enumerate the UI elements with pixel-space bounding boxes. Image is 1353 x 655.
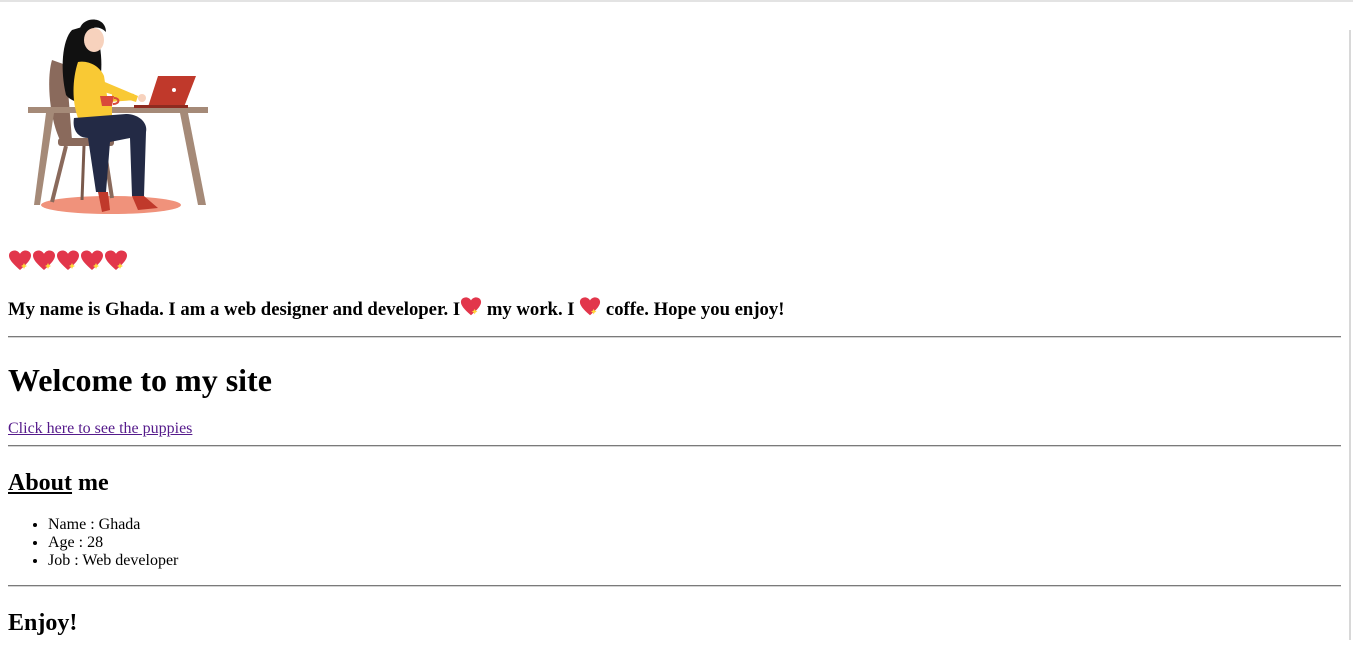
sparkling-heart-icon (81, 250, 103, 270)
sparkling-heart-icon (33, 250, 55, 270)
sparkling-heart-icon (105, 250, 127, 270)
divider (8, 336, 1341, 338)
intro-part-2: my work. I (482, 299, 580, 320)
sparkling-heart-icon (57, 250, 79, 270)
woman-at-desk-image (28, 19, 208, 214)
list-item: Name : Ghada (48, 516, 178, 534)
window-top-border (0, 0, 1353, 2)
about-heading-rest: me (72, 470, 109, 496)
divider (8, 585, 1341, 587)
intro-text: My name is Ghada. I am a web designer an… (8, 296, 784, 322)
hearts-row (8, 249, 128, 273)
puppies-link[interactable]: Click here to see the puppies (8, 420, 192, 438)
list-item: Job : Web developer (48, 552, 178, 570)
hero-illustration (8, 10, 208, 220)
divider (8, 445, 1341, 447)
about-heading-link-word[interactable]: About (8, 470, 72, 496)
about-details-list: Name : Ghada Age : 28 Job : Web develope… (8, 516, 178, 570)
intro-part-1: My name is Ghada. I am a web designer an… (8, 299, 461, 320)
list-item: Age : 28 (48, 534, 178, 552)
page-title: Welcome to my site (8, 362, 272, 398)
scrollbar-edge[interactable] (1349, 30, 1351, 640)
sparkling-heart-icon (9, 250, 31, 270)
about-heading: About me (8, 469, 109, 497)
enjoy-heading: Enjoy! (8, 610, 78, 636)
sparkling-heart-icon (580, 297, 601, 316)
intro-part-3: coffe. Hope you enjoy! (601, 299, 785, 320)
sparkling-heart-icon (461, 297, 482, 316)
